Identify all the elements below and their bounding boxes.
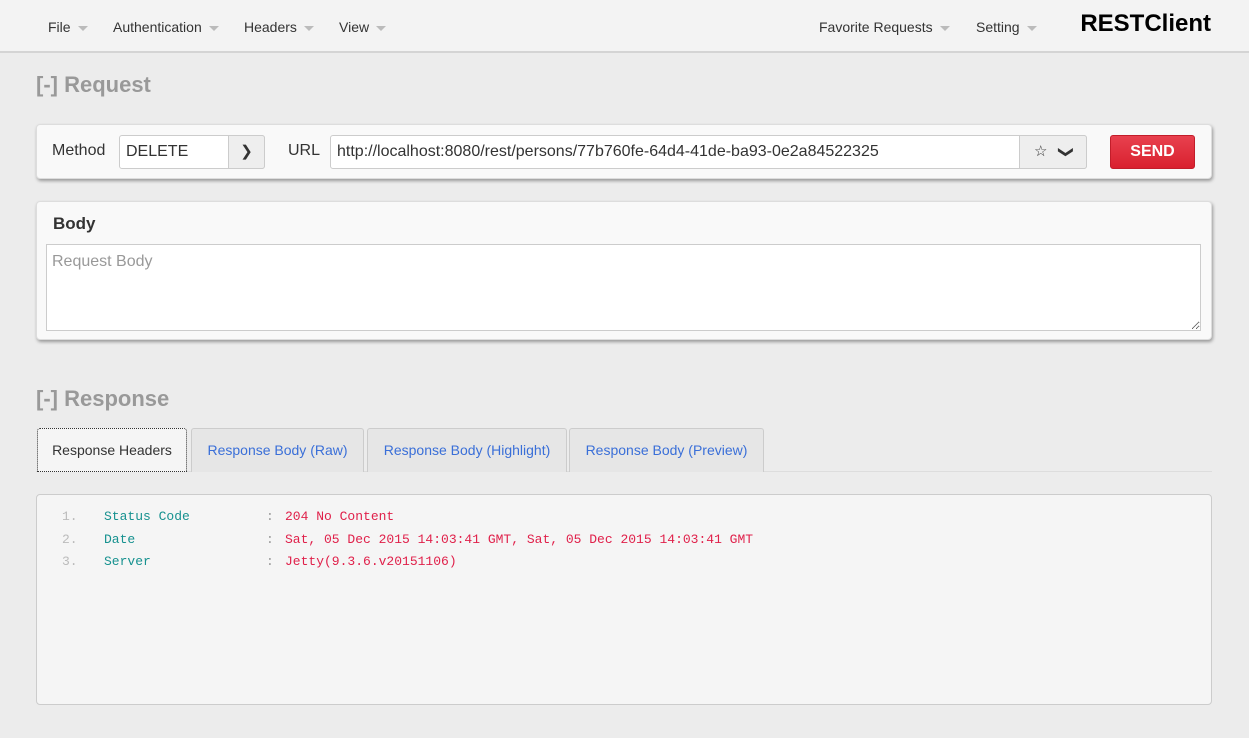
header-value: Sat, 05 Dec 2015 14:03:41 GMT, Sat, 05 D… bbox=[285, 532, 754, 547]
method-select[interactable]: DELETE ❯ bbox=[119, 135, 265, 169]
line-number: 1. bbox=[62, 509, 78, 524]
separator: : bbox=[266, 532, 274, 547]
menu-file[interactable]: File bbox=[48, 19, 88, 35]
body-title: Body bbox=[53, 214, 96, 233]
tab-response-body-raw[interactable]: Response Body (Raw) bbox=[191, 428, 364, 472]
menu-label: View bbox=[339, 19, 370, 35]
menu-authentication[interactable]: Authentication bbox=[113, 19, 219, 35]
menu-setting[interactable]: Setting bbox=[976, 19, 1037, 35]
method-value: DELETE bbox=[126, 143, 189, 160]
caret-down-icon bbox=[939, 25, 950, 31]
menu-label: Authentication bbox=[113, 19, 202, 35]
tab-response-body-preview[interactable]: Response Body (Preview) bbox=[569, 428, 764, 472]
caret-down-icon bbox=[376, 25, 387, 31]
url-addon: ☆ ❯ bbox=[1019, 135, 1087, 169]
header-key: Server bbox=[104, 554, 151, 569]
response-section-toggle[interactable]: [-] Response bbox=[36, 386, 169, 412]
separator: : bbox=[266, 509, 274, 524]
brand-logo[interactable]: RESTClient bbox=[1080, 10, 1211, 38]
request-bar: Method DELETE ❯ URL http://localhost:808… bbox=[36, 124, 1212, 179]
top-navbar: File Authentication Headers View Favorit… bbox=[0, 0, 1249, 53]
request-section-toggle[interactable]: [-] Request bbox=[36, 72, 151, 98]
header-value: 204 No Content bbox=[285, 509, 395, 524]
menu-label: Headers bbox=[244, 19, 297, 35]
caret-down-icon bbox=[1026, 25, 1037, 31]
method-label: Method bbox=[52, 142, 106, 159]
menu-view[interactable]: View bbox=[339, 19, 387, 35]
method-dropdown-button[interactable]: ❯ bbox=[228, 135, 265, 169]
menu-label: Setting bbox=[976, 19, 1020, 35]
caret-down-icon bbox=[303, 25, 314, 31]
menu-headers[interactable]: Headers bbox=[244, 19, 314, 35]
menu-favorite-requests[interactable]: Favorite Requests bbox=[819, 19, 950, 35]
body-panel: Body bbox=[36, 201, 1212, 340]
line-number: 2. bbox=[62, 532, 78, 547]
star-icon[interactable]: ☆ bbox=[1034, 136, 1047, 168]
separator: : bbox=[266, 554, 274, 569]
response-tabs: Response Headers Response Body (Raw) Res… bbox=[36, 428, 1212, 472]
url-input[interactable]: http://localhost:8080/rest/persons/77b76… bbox=[330, 135, 1087, 169]
chevron-down-icon: ❯ bbox=[240, 143, 253, 160]
header-key: Status Code bbox=[104, 509, 190, 524]
send-button[interactable]: SEND bbox=[1110, 135, 1195, 169]
tab-response-body-highlight[interactable]: Response Body (Highlight) bbox=[367, 428, 567, 472]
header-key: Date bbox=[104, 532, 136, 547]
header-value: Jetty(9.3.6.v20151106) bbox=[285, 554, 457, 569]
request-body-input[interactable] bbox=[46, 244, 1201, 331]
tab-response-headers[interactable]: Response Headers bbox=[37, 428, 187, 472]
chevron-down-icon[interactable]: ❯ bbox=[1050, 146, 1082, 159]
url-value: http://localhost:8080/rest/persons/77b76… bbox=[337, 143, 879, 160]
line-number: 3. bbox=[62, 554, 78, 569]
menu-label: File bbox=[48, 19, 71, 35]
url-label: URL bbox=[288, 142, 321, 159]
menu-label: Favorite Requests bbox=[819, 19, 933, 35]
caret-down-icon bbox=[208, 25, 219, 31]
caret-down-icon bbox=[77, 25, 88, 31]
response-headers-panel: 1. Status Code:204 No Content 2. Date: Sat,… bbox=[36, 494, 1212, 705]
